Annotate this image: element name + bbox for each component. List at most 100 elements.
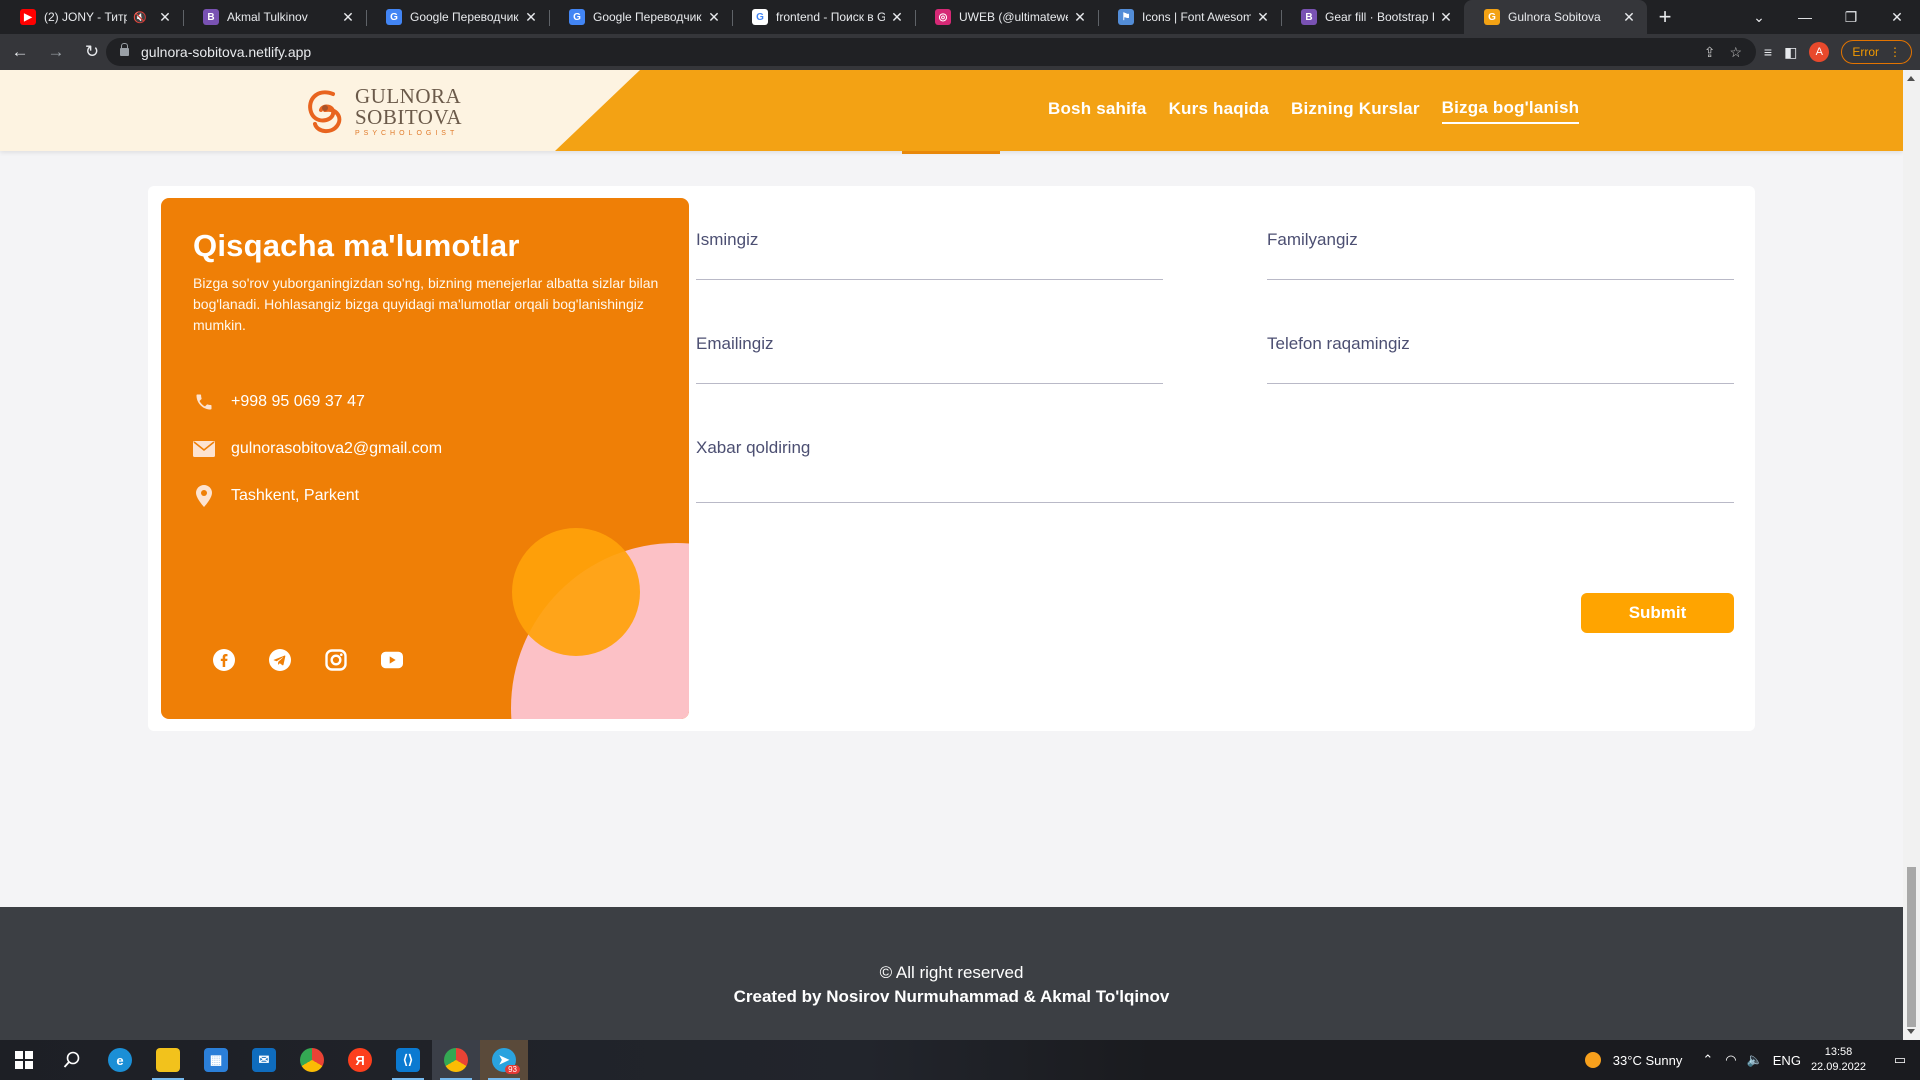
nav-link[interactable]: Bizga bog'lanish bbox=[1441, 98, 1580, 124]
minimize-button[interactable]: — bbox=[1782, 0, 1828, 34]
volume-icon[interactable]: 🔈 bbox=[1747, 1052, 1763, 1068]
browser-tab[interactable]: Gfrontend - Поиск в Google ✕ bbox=[732, 0, 915, 34]
message-label: Xabar qoldiring bbox=[696, 438, 811, 457]
tab-title: Akmal Tulkinov bbox=[227, 10, 308, 24]
profile-avatar[interactable]: A bbox=[1809, 42, 1830, 62]
logo-line-3: PSYCHOLOGIST bbox=[355, 129, 459, 137]
facebook-icon[interactable] bbox=[213, 649, 235, 671]
tray-chevron-icon[interactable]: ⌃ bbox=[1702, 1052, 1713, 1068]
kebab-menu-icon: ⋮ bbox=[1889, 45, 1901, 59]
scroll-down-arrow-icon[interactable] bbox=[1907, 1029, 1915, 1034]
site-logo[interactable]: GULNORA SOBITOVA PSYCHOLOGIST bbox=[303, 85, 462, 137]
weather-sun-icon[interactable] bbox=[1584, 1052, 1601, 1068]
youtube-icon[interactable] bbox=[381, 649, 403, 671]
close-tab-icon[interactable]: ✕ bbox=[1072, 9, 1088, 26]
taskbar-chrome[interactable] bbox=[288, 1040, 336, 1080]
taskbar-mail[interactable]: ✉ bbox=[240, 1040, 288, 1080]
notifications-icon[interactable]: ▭ bbox=[1880, 1052, 1920, 1068]
browser-tab[interactable]: ◎ UWEB (@ultimateweb) ✕ bbox=[915, 0, 1098, 34]
back-button[interactable]: ← bbox=[4, 36, 36, 68]
share-icon[interactable]: ⇪ bbox=[1704, 44, 1716, 61]
browser-tab[interactable]: ⚑ Icons | Font Awesome ✕ bbox=[1098, 0, 1281, 34]
scroll-up-arrow-icon[interactable] bbox=[1907, 76, 1915, 81]
taskbar-chrome-active[interactable] bbox=[432, 1040, 480, 1080]
browser-tab[interactable]: G Gulnora Sobitova ✕ bbox=[1464, 0, 1647, 34]
close-tab-icon[interactable]: ✕ bbox=[1438, 9, 1454, 26]
browser-tab[interactable]: G Google Переводчик ✕ bbox=[366, 0, 549, 34]
store-icon: ▦ bbox=[204, 1048, 228, 1072]
taskbar-telegram[interactable]: ➤ 93 bbox=[480, 1040, 528, 1080]
search-button[interactable] bbox=[48, 1040, 96, 1080]
close-tab-icon[interactable]: ✕ bbox=[889, 9, 905, 26]
browser-tab[interactable]: B Akmal Tulkinov ✕ bbox=[183, 0, 366, 34]
tab-title: UWEB (@ultimateweb) bbox=[959, 10, 1068, 24]
toolbar-right: ≡ ◧ A Error ⋮ bbox=[1764, 38, 1912, 66]
page-scrollbar[interactable] bbox=[1903, 70, 1920, 1040]
edge-icon: e bbox=[108, 1048, 132, 1072]
scrollbar-thumb[interactable] bbox=[1907, 867, 1916, 1027]
contact-address[interactable]: Tashkent, Parkent bbox=[193, 485, 359, 507]
wifi-icon[interactable]: ◠ bbox=[1725, 1052, 1736, 1068]
url-text[interactable]: gulnora-sobitova.netlify.app bbox=[141, 44, 311, 60]
submit-button[interactable]: Submit bbox=[1581, 593, 1734, 633]
error-button[interactable]: Error ⋮ bbox=[1841, 40, 1912, 64]
nav-link[interactable]: Bizning Kurslar bbox=[1291, 99, 1420, 123]
email-field[interactable]: Emailingiz bbox=[696, 324, 1163, 384]
lock-icon bbox=[120, 43, 129, 56]
browser-tab[interactable]: B Gear fill · Bootstrap Icons ✕ bbox=[1281, 0, 1464, 34]
mail-icon: ✉ bbox=[252, 1048, 276, 1072]
bookmark-star-icon[interactable]: ☆ bbox=[1729, 44, 1742, 61]
reload-button[interactable]: ↻ bbox=[76, 36, 108, 68]
browser-tab[interactable]: G Google Переводчик ✕ bbox=[549, 0, 732, 34]
favicon-icon: ▶ bbox=[20, 9, 36, 25]
map-pin-icon bbox=[193, 485, 215, 507]
media-control-icon[interactable]: ≡ bbox=[1764, 44, 1772, 60]
tab-search-button[interactable]: ⌄ bbox=[1736, 0, 1782, 34]
close-tab-icon[interactable]: ✕ bbox=[340, 9, 356, 26]
tab-muted-icon[interactable]: 🔇 bbox=[133, 11, 147, 24]
weather-text[interactable]: 33°C Sunny bbox=[1613, 1053, 1683, 1068]
close-tab-icon[interactable]: ✕ bbox=[706, 9, 722, 26]
contact-phone[interactable]: +998 95 069 37 47 bbox=[193, 391, 365, 413]
close-tab-icon[interactable]: ✕ bbox=[157, 9, 173, 26]
forward-button[interactable]: → bbox=[40, 36, 72, 68]
taskbar-edge[interactable]: e bbox=[96, 1040, 144, 1080]
clock-date: 22.09.2022 bbox=[1810, 1061, 1866, 1073]
phone-label: Telefon raqamingiz bbox=[1267, 334, 1410, 353]
start-button[interactable] bbox=[0, 1040, 48, 1080]
instagram-icon[interactable] bbox=[325, 649, 347, 671]
telegram-badge: 93 bbox=[505, 1065, 520, 1074]
omnibox-actions: ⇪ ☆ bbox=[1704, 38, 1742, 66]
message-field[interactable]: Xabar qoldiring bbox=[696, 428, 1734, 503]
vscode-icon: ⟨⟩ bbox=[396, 1048, 420, 1072]
last-name-field[interactable]: Familyangiz bbox=[1267, 220, 1734, 280]
nav-link[interactable]: Kurs haqida bbox=[1169, 99, 1269, 123]
last-name-label: Familyangiz bbox=[1267, 230, 1358, 249]
browser-tab[interactable]: ▶ (2) JONY - Титры 🔇 ✕ bbox=[0, 0, 183, 34]
clock-time: 13:58 bbox=[1824, 1046, 1853, 1058]
close-tab-icon[interactable]: ✕ bbox=[523, 9, 539, 26]
taskbar-yandex[interactable]: Я bbox=[336, 1040, 384, 1080]
taskbar-vscode[interactable]: ⟨⟩ bbox=[384, 1040, 432, 1080]
taskbar-explorer[interactable] bbox=[144, 1040, 192, 1080]
address-bar[interactable]: gulnora-sobitova.netlify.app ⇪ ☆ bbox=[106, 38, 1756, 66]
site-footer: © All right reserved Created by Nosirov … bbox=[0, 907, 1903, 1040]
restore-button[interactable]: ❐ bbox=[1828, 0, 1874, 34]
close-tab-icon[interactable]: ✕ bbox=[1621, 9, 1637, 26]
first-name-field[interactable]: Ismingiz bbox=[696, 220, 1163, 280]
close-tab-icon[interactable]: ✕ bbox=[1255, 9, 1271, 26]
phone-field[interactable]: Telefon raqamingiz bbox=[1267, 324, 1734, 384]
clock[interactable]: 13:58 22.09.2022 bbox=[1811, 1045, 1866, 1075]
telegram-icon[interactable] bbox=[269, 649, 291, 671]
close-window-button[interactable]: ✕ bbox=[1874, 0, 1920, 34]
new-tab-button[interactable]: + bbox=[1647, 0, 1683, 34]
favicon-icon: G bbox=[1484, 9, 1500, 25]
reload-icon: ↻ bbox=[84, 42, 100, 61]
envelope-icon bbox=[193, 438, 215, 460]
tab-title: Gear fill · Bootstrap Icons bbox=[1325, 10, 1434, 24]
taskbar-store[interactable]: ▦ bbox=[192, 1040, 240, 1080]
contact-email[interactable]: gulnorasobitova2@gmail.com bbox=[193, 438, 442, 460]
nav-link[interactable]: Bosh sahifa bbox=[1048, 99, 1147, 123]
side-panel-icon[interactable]: ◧ bbox=[1784, 44, 1797, 61]
language-indicator[interactable]: ENG bbox=[1773, 1053, 1801, 1068]
